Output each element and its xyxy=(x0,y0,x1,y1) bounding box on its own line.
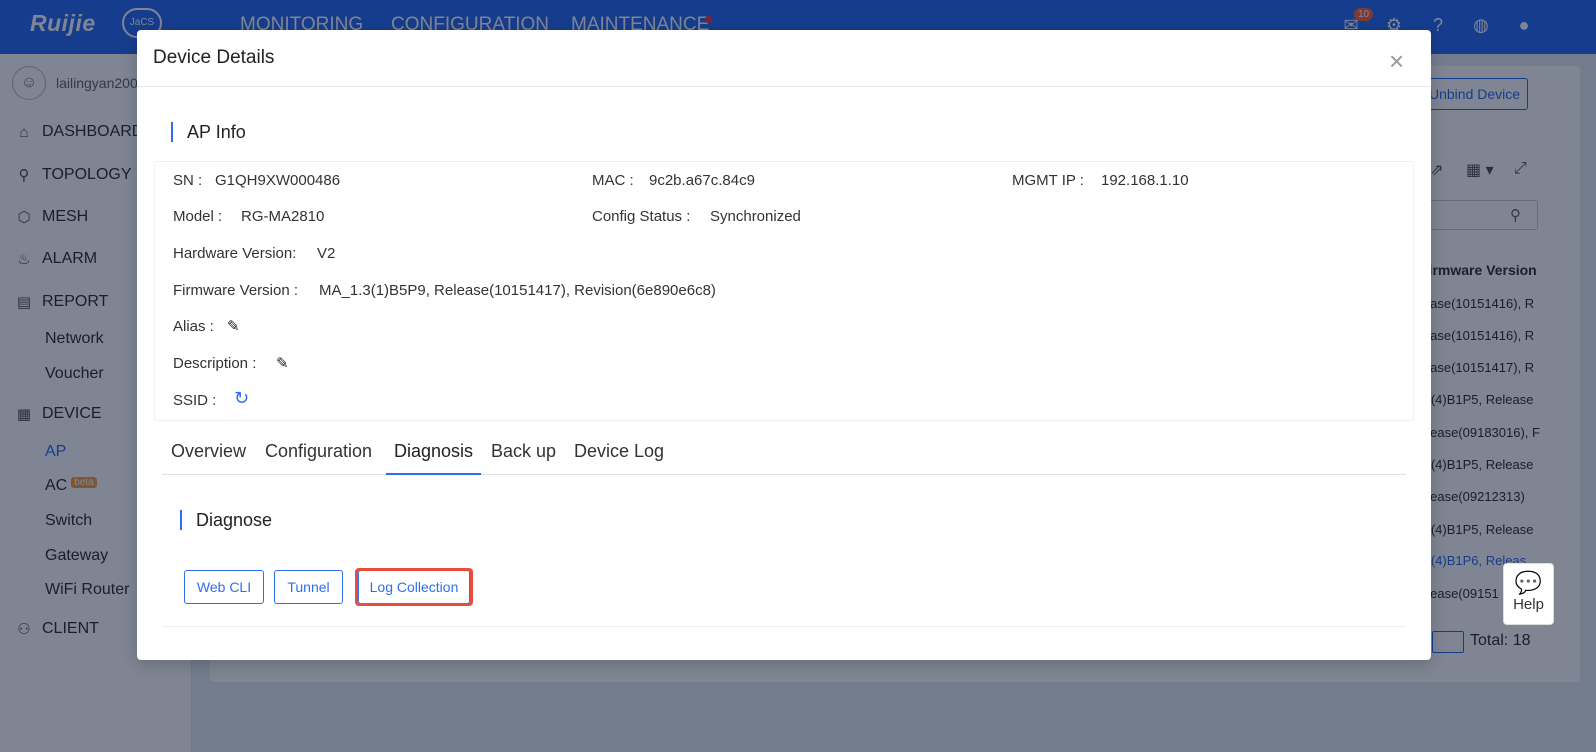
edit-description-icon[interactable]: ✎ xyxy=(276,354,289,372)
config-status-label: Config Status : xyxy=(592,208,691,225)
hw-version-value: V2 xyxy=(317,245,336,262)
diagnose-panel xyxy=(162,475,1406,627)
mac-label: MAC : xyxy=(592,172,634,189)
log-collection-button[interactable]: Log Collection xyxy=(358,570,470,604)
help-float-button[interactable]: 💬 Help xyxy=(1503,563,1554,625)
detail-tabs: Overview Configuration Diagnosis Back up… xyxy=(162,435,1406,475)
close-icon[interactable]: × xyxy=(1389,48,1404,74)
edit-alias-icon[interactable]: ✎ xyxy=(227,317,240,335)
model-label: Model : xyxy=(173,208,223,225)
tab-diagnosis[interactable]: Diagnosis xyxy=(386,441,482,475)
tab-configuration[interactable]: Configuration xyxy=(257,441,380,475)
modal-header: Device Details × xyxy=(137,30,1431,87)
modal-title: Device Details xyxy=(153,47,275,68)
alias-label: Alias : xyxy=(173,318,214,335)
tab-back-up[interactable]: Back up xyxy=(483,441,564,475)
sn-label: SN : xyxy=(173,172,203,189)
chat-icon: 💬 xyxy=(1514,570,1543,595)
description-label: Description : xyxy=(173,355,257,372)
diagnose-title: Diagnose xyxy=(180,510,272,530)
tunnel-button[interactable]: Tunnel xyxy=(274,570,343,604)
model-value: RG-MA2810 xyxy=(241,208,325,225)
config-status-value: Synchronized xyxy=(710,208,801,225)
mgmt-ip-value: 192.168.1.10 xyxy=(1101,172,1189,189)
help-label: Help xyxy=(1513,596,1544,613)
mgmt-ip-label: MGMT IP : xyxy=(1012,172,1084,189)
ap-info-title: AP Info xyxy=(171,122,246,142)
hw-version-label: Hardware Version: xyxy=(173,245,297,262)
mac-value: 9c2b.a67c.84c9 xyxy=(649,172,755,189)
tab-overview[interactable]: Overview xyxy=(163,441,254,475)
refresh-icon[interactable]: ↻ xyxy=(234,388,249,409)
sn-value: G1QH9XW000486 xyxy=(215,172,341,189)
fw-version-value: MA_1.3(1)B5P9, Release(10151417), Revisi… xyxy=(319,282,716,299)
tab-device-log[interactable]: Device Log xyxy=(566,441,672,475)
web-cli-button[interactable]: Web CLI xyxy=(184,570,264,604)
fw-version-label: Firmware Version : xyxy=(173,282,299,299)
device-details-modal: Device Details × AP Info SN : G1QH9XW000… xyxy=(137,30,1431,660)
ssid-label: SSID : xyxy=(173,392,217,409)
